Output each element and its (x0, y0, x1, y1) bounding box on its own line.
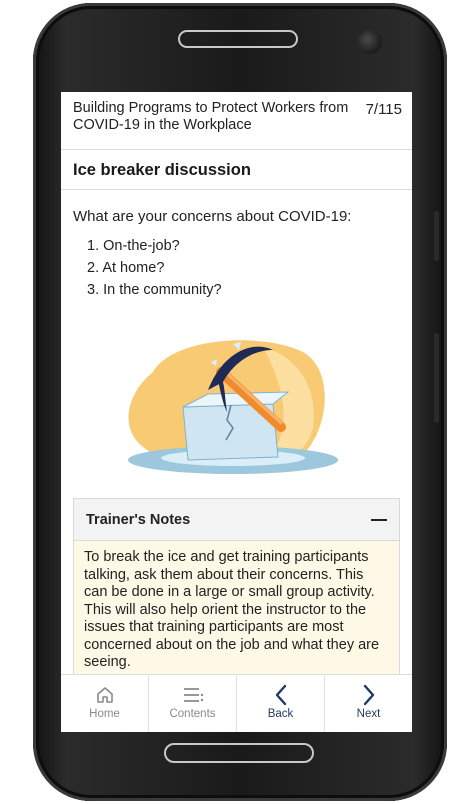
minus-icon[interactable] (371, 518, 387, 521)
trainer-notes-panel: Trainer's Notes To break the ice and get… (73, 498, 400, 678)
trainer-notes-body: To break the ice and get training partic… (84, 549, 380, 670)
bottom-navigation: Home Contents Back Next (61, 674, 412, 732)
chevron-right-icon (361, 684, 377, 706)
nav-contents-button[interactable]: Contents (149, 675, 237, 732)
nav-next-button[interactable]: Next (325, 675, 412, 732)
app-header: Building Programs to Protect Workers fro… (61, 92, 412, 150)
pickaxe-breaking-ice-icon (128, 340, 338, 474)
list-item: 3. In the community? (87, 282, 222, 298)
nav-home-button[interactable]: Home (61, 675, 149, 732)
lesson-content: What are your concerns about COVID-19: 1… (61, 190, 412, 300)
phone-speaker (178, 30, 298, 48)
home-icon (95, 684, 115, 706)
phone-home-button[interactable] (164, 743, 314, 763)
section-title: Ice breaker discussion (61, 150, 412, 190)
menu-list-icon (182, 684, 204, 706)
nav-back-button[interactable]: Back (237, 675, 325, 732)
nav-next-label: Next (356, 708, 381, 720)
trainer-notes-header[interactable]: Trainer's Notes (74, 499, 399, 541)
discussion-prompt: What are your concerns about COVID-19: (73, 208, 352, 225)
nav-contents-label: Contents (169, 708, 216, 720)
course-title: Building Programs to Protect Workers fro… (73, 100, 349, 133)
app-screen: Building Programs to Protect Workers fro… (61, 92, 412, 732)
volume-button (434, 211, 439, 261)
nav-home-label: Home (89, 708, 120, 720)
phone-camera (358, 30, 382, 54)
trainer-notes-title: Trainer's Notes (86, 511, 191, 528)
list-item: 1. On-the-job? (87, 238, 180, 254)
nav-back-label: Back (267, 708, 294, 720)
list-item: 2. At home? (87, 260, 165, 276)
question-list: 1. On-the-job? 2. At home? 3. In the com… (73, 236, 400, 300)
power-button (434, 333, 439, 423)
chevron-left-icon (273, 684, 289, 706)
page-counter: 7/115 (365, 101, 402, 118)
